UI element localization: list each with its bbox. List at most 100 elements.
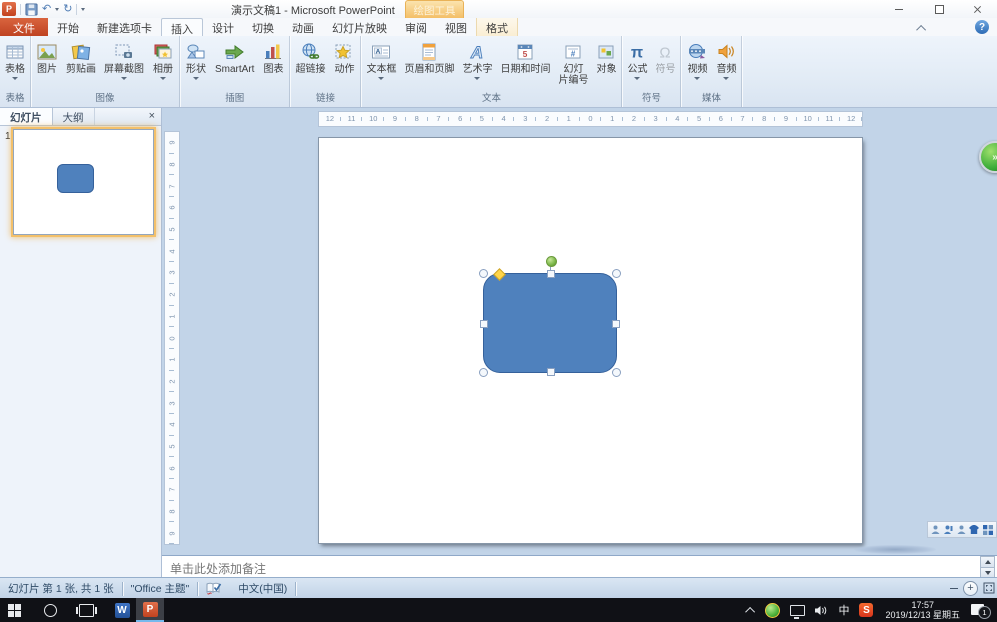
resize-handle-nw[interactable] — [479, 269, 488, 278]
photo-album-button[interactable]: 相册 — [148, 36, 178, 89]
table-button[interactable]: 表格 — [1, 36, 29, 89]
ruler-mark: 5 — [688, 112, 710, 126]
resize-handle-e[interactable] — [612, 320, 620, 328]
video-button[interactable]: 视频 — [682, 36, 712, 89]
tab-animations[interactable]: 动画 — [283, 18, 323, 36]
hyperlink-button[interactable]: 超链接 — [291, 36, 329, 89]
tab-newtab[interactable]: 新建选项卡 — [88, 18, 161, 36]
ime-indicator[interactable]: 中 — [833, 598, 854, 622]
object-button[interactable]: 对象 — [592, 36, 620, 89]
save-button[interactable] — [25, 3, 38, 16]
person-icon[interactable] — [931, 525, 940, 535]
tab-file[interactable]: 文件 — [0, 18, 48, 36]
search-button[interactable] — [36, 598, 64, 622]
group-label[interactable]: 链接 — [291, 89, 359, 107]
redo-button[interactable]: ↻ — [63, 2, 72, 16]
equation-button[interactable]: π 公式 — [623, 36, 651, 89]
action-button[interactable]: 动作 — [329, 36, 359, 89]
notes-pane[interactable]: 单击此处添加备注 — [162, 555, 997, 578]
resize-handle-n[interactable] — [547, 270, 555, 278]
panel-close-button[interactable]: × — [143, 108, 161, 125]
resize-handle-w[interactable] — [480, 320, 488, 328]
smartart-button[interactable]: SmartArt — [211, 36, 258, 89]
tab-outline-pane[interactable]: 大纲 — [53, 108, 95, 125]
help-button[interactable]: ? — [975, 20, 989, 34]
undo-dropdown-icon[interactable] — [55, 8, 59, 11]
taskbar-clock[interactable]: 17:57 2019/12/13 星期五 — [878, 600, 967, 620]
customize-qat-icon[interactable] — [81, 8, 85, 11]
splitter-grip[interactable] — [854, 545, 936, 554]
tab-transitions[interactable]: 切换 — [243, 18, 283, 36]
picture-button[interactable]: 图片 — [32, 36, 62, 89]
task-view-icon — [79, 604, 94, 617]
display-tray-button[interactable] — [785, 598, 810, 622]
clipart-button[interactable]: 剪贴画 — [62, 36, 100, 89]
tab-home[interactable]: 开始 — [48, 18, 88, 36]
group-label[interactable]: 插图 — [181, 89, 288, 107]
grid-icon[interactable] — [983, 525, 993, 535]
header-footer-button[interactable]: 页眉和页脚 — [400, 36, 458, 89]
date-time-button[interactable]: 5 日期和时间 — [496, 36, 554, 89]
word-taskbar-button[interactable]: W — [108, 598, 136, 622]
resize-handle-sw[interactable] — [479, 368, 488, 377]
floating-widget-toolbar[interactable] — [927, 521, 997, 538]
restore-button[interactable] — [928, 2, 950, 16]
group-label[interactable]: 符号 — [623, 89, 679, 107]
tab-design[interactable]: 设计 — [203, 18, 243, 36]
screenshot-button[interactable]: 屏幕截图 — [100, 36, 148, 89]
action-center-button[interactable]: 1 — [971, 603, 987, 617]
group-label[interactable]: 媒体 — [682, 89, 740, 107]
symbol-icon: Ω — [655, 39, 675, 64]
powerpoint-taskbar-button[interactable]: P — [136, 598, 164, 622]
undo-button[interactable]: ↶ — [42, 2, 51, 16]
collapse-ribbon-button[interactable] — [913, 22, 931, 34]
fit-to-window-icon[interactable] — [983, 582, 995, 594]
tab-slideshow[interactable]: 幻灯片放映 — [323, 18, 396, 36]
group-label[interactable]: 文本 — [362, 89, 620, 107]
sogou-tray-button[interactable]: S — [854, 598, 878, 622]
resize-handle-s[interactable] — [547, 368, 555, 376]
shirt-icon[interactable] — [969, 525, 979, 535]
start-button[interactable] — [0, 598, 28, 622]
resize-handle-se[interactable] — [612, 368, 621, 377]
task-view-button[interactable] — [72, 598, 100, 622]
group-label[interactable]: 图像 — [32, 89, 178, 107]
zoom-out-icon[interactable] — [950, 588, 958, 589]
tab-slides-pane[interactable]: 幻灯片 — [0, 108, 53, 125]
group-label[interactable]: 表格 — [1, 89, 29, 107]
person-add-icon[interactable] — [944, 525, 953, 535]
rotate-handle[interactable] — [546, 256, 557, 267]
antivirus-tray-button[interactable] — [760, 598, 785, 622]
language-indicator[interactable]: 中文(中国) — [230, 581, 295, 596]
spellcheck-icon[interactable] — [198, 582, 230, 595]
volume-tray-button[interactable] — [810, 598, 833, 622]
ribbon-tab-row: 文件 开始 新建选项卡 插入 设计 切换 动画 幻灯片放映 审阅 视图 格式 ? — [0, 18, 997, 36]
tab-review[interactable]: 审阅 — [396, 18, 436, 36]
slide-number-button[interactable]: # 幻灯 片编号 — [554, 36, 592, 89]
shape-selection — [483, 273, 617, 373]
audio-button[interactable]: 音频 — [712, 36, 740, 89]
theme-name[interactable]: "Office 主题" — [123, 581, 198, 596]
zoom-in-button[interactable]: + — [963, 581, 978, 596]
tab-view[interactable]: 视图 — [436, 18, 476, 36]
close-button[interactable] — [966, 2, 988, 16]
minimize-button[interactable] — [888, 2, 910, 16]
tab-insert[interactable]: 插入 — [161, 18, 203, 36]
resize-handle-ne[interactable] — [612, 269, 621, 278]
tab-format[interactable]: 格式 — [476, 18, 518, 36]
powerpoint-window: P ↶ ↻ 演示文稿1 - Microsoft PowerPoint 绘图工具 … — [0, 0, 997, 622]
wordart-button[interactable]: A 艺术字 — [458, 36, 496, 89]
notes-placeholder[interactable]: 单击此处添加备注 — [170, 560, 266, 577]
powerpoint-app-icon[interactable]: P — [2, 2, 16, 16]
slide-canvas[interactable] — [318, 137, 863, 544]
tray-expand-button[interactable] — [743, 598, 760, 622]
clock-date: 2019/12/13 星期五 — [885, 610, 960, 620]
person-icon[interactable] — [957, 525, 966, 535]
slide-thumbnail[interactable] — [13, 129, 154, 235]
notes-splitter[interactable] — [162, 543, 997, 555]
selected-shape[interactable] — [483, 273, 617, 373]
text-box-button[interactable]: A 文本框 — [362, 36, 400, 89]
word-icon: W — [115, 603, 130, 618]
chart-button[interactable]: 图表 — [258, 36, 288, 89]
shapes-button[interactable]: 形状 — [181, 36, 211, 89]
